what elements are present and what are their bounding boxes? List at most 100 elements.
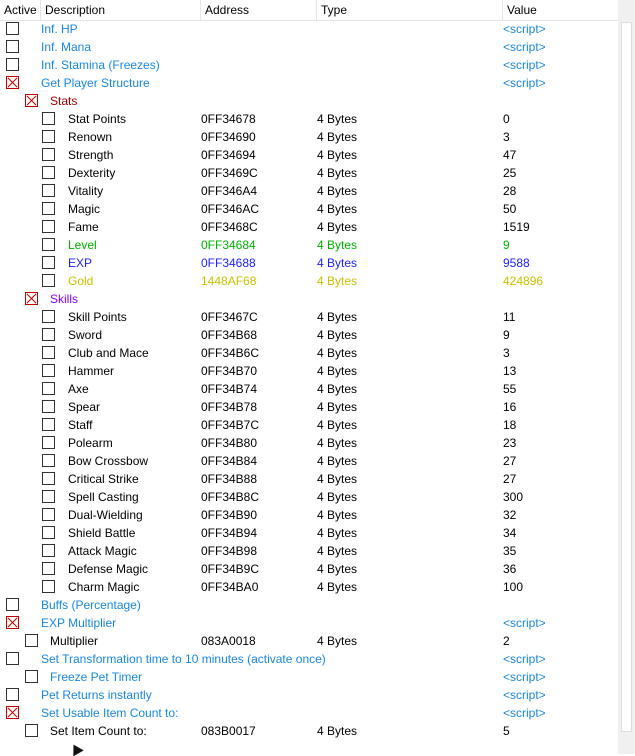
header-description[interactable]: Description bbox=[40, 0, 200, 20]
row-value[interactable]: 9 bbox=[503, 326, 510, 344]
row-value[interactable]: 100 bbox=[503, 578, 523, 596]
active-checkbox[interactable] bbox=[42, 382, 55, 395]
active-checkbox[interactable] bbox=[42, 148, 55, 161]
active-checkbox[interactable] bbox=[42, 454, 55, 467]
vertical-scrollbar[interactable] bbox=[618, 0, 635, 754]
active-checkbox[interactable] bbox=[42, 400, 55, 413]
table-row[interactable]: Critical Strike 0FF34B88 4 Bytes 27 bbox=[0, 470, 618, 488]
table-row[interactable]: Spear 0FF34B78 4 Bytes 16 bbox=[0, 398, 618, 416]
row-value[interactable]: 300 bbox=[503, 488, 523, 506]
table-row[interactable]: Gold 1448AF68 4 Bytes 424896 bbox=[0, 272, 618, 290]
active-checkbox[interactable] bbox=[6, 22, 19, 35]
row-value[interactable]: 27 bbox=[503, 470, 516, 488]
active-checkbox[interactable] bbox=[6, 688, 19, 701]
row-value[interactable]: 13 bbox=[503, 362, 516, 380]
row-value[interactable]: 424896 bbox=[503, 272, 543, 290]
active-checkbox[interactable] bbox=[25, 724, 38, 737]
active-checkbox[interactable] bbox=[42, 418, 55, 431]
row-value[interactable]: 34 bbox=[503, 524, 516, 542]
table-row[interactable]: Club and Mace 0FF34B6C 4 Bytes 3 bbox=[0, 344, 618, 362]
row-value[interactable]: 1519 bbox=[503, 218, 530, 236]
row-value[interactable]: 47 bbox=[503, 146, 516, 164]
active-checkbox[interactable] bbox=[42, 274, 55, 287]
active-checkbox[interactable] bbox=[42, 130, 55, 143]
active-checkbox[interactable] bbox=[42, 184, 55, 197]
active-checkbox[interactable] bbox=[6, 616, 19, 629]
row-value[interactable]: <script> bbox=[503, 38, 546, 56]
row-value[interactable]: 27 bbox=[503, 452, 516, 470]
active-checkbox[interactable] bbox=[6, 76, 19, 89]
table-row[interactable]: Charm Magic 0FF34BA0 4 Bytes 100 bbox=[0, 578, 618, 596]
row-value[interactable]: 55 bbox=[503, 380, 516, 398]
row-value[interactable]: 0 bbox=[503, 110, 510, 128]
table-row[interactable]: Spell Casting 0FF34B8C 4 Bytes 300 bbox=[0, 488, 618, 506]
header-value[interactable]: Value bbox=[502, 0, 618, 20]
table-row[interactable]: Sword 0FF34B68 4 Bytes 9 bbox=[0, 326, 618, 344]
table-row[interactable]: Strength 0FF34694 4 Bytes 47 bbox=[0, 146, 618, 164]
header-type[interactable]: Type bbox=[316, 0, 502, 20]
active-checkbox[interactable] bbox=[25, 670, 38, 683]
row-value[interactable]: 9588 bbox=[503, 254, 530, 272]
table-row[interactable]: EXP 0FF34688 4 Bytes 9588 bbox=[0, 254, 618, 272]
active-checkbox[interactable] bbox=[42, 364, 55, 377]
table-row[interactable]: Pet Returns instantly <script> bbox=[0, 686, 618, 704]
active-checkbox[interactable] bbox=[42, 112, 55, 125]
active-checkbox[interactable] bbox=[42, 526, 55, 539]
active-checkbox[interactable] bbox=[42, 562, 55, 575]
table-row[interactable]: Stat Points 0FF34678 4 Bytes 0 bbox=[0, 110, 618, 128]
row-value[interactable]: 25 bbox=[503, 164, 516, 182]
active-checkbox[interactable] bbox=[42, 256, 55, 269]
row-value[interactable]: <script> bbox=[503, 650, 546, 668]
table-row[interactable]: Fame 0FF3468C 4 Bytes 1519 bbox=[0, 218, 618, 236]
row-value[interactable]: <script> bbox=[503, 704, 546, 722]
active-checkbox[interactable] bbox=[6, 40, 19, 53]
active-checkbox[interactable] bbox=[42, 490, 55, 503]
header-address[interactable]: Address bbox=[200, 0, 316, 20]
active-checkbox[interactable] bbox=[42, 508, 55, 521]
table-row[interactable]: Axe 0FF34B74 4 Bytes 55 bbox=[0, 380, 618, 398]
table-row[interactable]: Stats bbox=[0, 92, 618, 110]
active-checkbox[interactable] bbox=[6, 58, 19, 71]
row-value[interactable]: 2 bbox=[503, 632, 510, 650]
row-value[interactable]: 23 bbox=[503, 434, 516, 452]
table-row[interactable]: Set Item Count to: 083B0017 4 Bytes 5 bbox=[0, 722, 618, 740]
active-checkbox[interactable] bbox=[25, 634, 38, 647]
active-checkbox[interactable] bbox=[42, 166, 55, 179]
table-row[interactable]: Attack Magic 0FF34B98 4 Bytes 35 bbox=[0, 542, 618, 560]
table-row[interactable]: Dexterity 0FF3469C 4 Bytes 25 bbox=[0, 164, 618, 182]
table-row[interactable]: Set Usable Item Count to: <script> bbox=[0, 704, 618, 722]
active-checkbox[interactable] bbox=[42, 202, 55, 215]
header-active[interactable]: Active bbox=[0, 0, 40, 20]
row-value[interactable]: <script> bbox=[503, 614, 546, 632]
table-row[interactable]: Get Player Structure <script> bbox=[0, 74, 618, 92]
active-checkbox[interactable] bbox=[6, 652, 19, 665]
active-checkbox[interactable] bbox=[6, 706, 19, 719]
row-value[interactable]: 5 bbox=[503, 722, 510, 740]
row-value[interactable]: 32 bbox=[503, 506, 516, 524]
table-row[interactable]: Skill Points 0FF3467C 4 Bytes 11 bbox=[0, 308, 618, 326]
row-value[interactable]: 3 bbox=[503, 128, 510, 146]
active-checkbox[interactable] bbox=[42, 580, 55, 593]
table-row[interactable]: EXP Multiplier <script> bbox=[0, 614, 618, 632]
table-row[interactable]: Defense Magic 0FF34B9C 4 Bytes 36 bbox=[0, 560, 618, 578]
active-checkbox[interactable] bbox=[42, 544, 55, 557]
row-value[interactable]: <script> bbox=[503, 686, 546, 704]
row-value[interactable]: 50 bbox=[503, 200, 516, 218]
active-checkbox[interactable] bbox=[42, 472, 55, 485]
row-value[interactable]: 18 bbox=[503, 416, 516, 434]
active-checkbox[interactable] bbox=[25, 94, 38, 107]
table-row[interactable]: Freeze Pet Timer <script> bbox=[0, 668, 618, 686]
row-value[interactable]: 36 bbox=[503, 560, 516, 578]
table-row[interactable]: Vitality 0FF346A4 4 Bytes 28 bbox=[0, 182, 618, 200]
table-row[interactable]: Magic 0FF346AC 4 Bytes 50 bbox=[0, 200, 618, 218]
table-row[interactable]: Inf. Mana <script> bbox=[0, 38, 618, 56]
table-row[interactable]: Skills bbox=[0, 290, 618, 308]
table-row[interactable]: Hammer 0FF34B70 4 Bytes 13 bbox=[0, 362, 618, 380]
row-value[interactable]: <script> bbox=[503, 74, 546, 92]
row-value[interactable]: 16 bbox=[503, 398, 516, 416]
active-checkbox[interactable] bbox=[42, 220, 55, 233]
row-value[interactable]: <script> bbox=[503, 20, 546, 38]
table-row[interactable]: Buffs (Percentage) bbox=[0, 596, 618, 614]
active-checkbox[interactable] bbox=[42, 310, 55, 323]
table-row[interactable]: Set Transformation time to 10 minutes (a… bbox=[0, 650, 618, 668]
